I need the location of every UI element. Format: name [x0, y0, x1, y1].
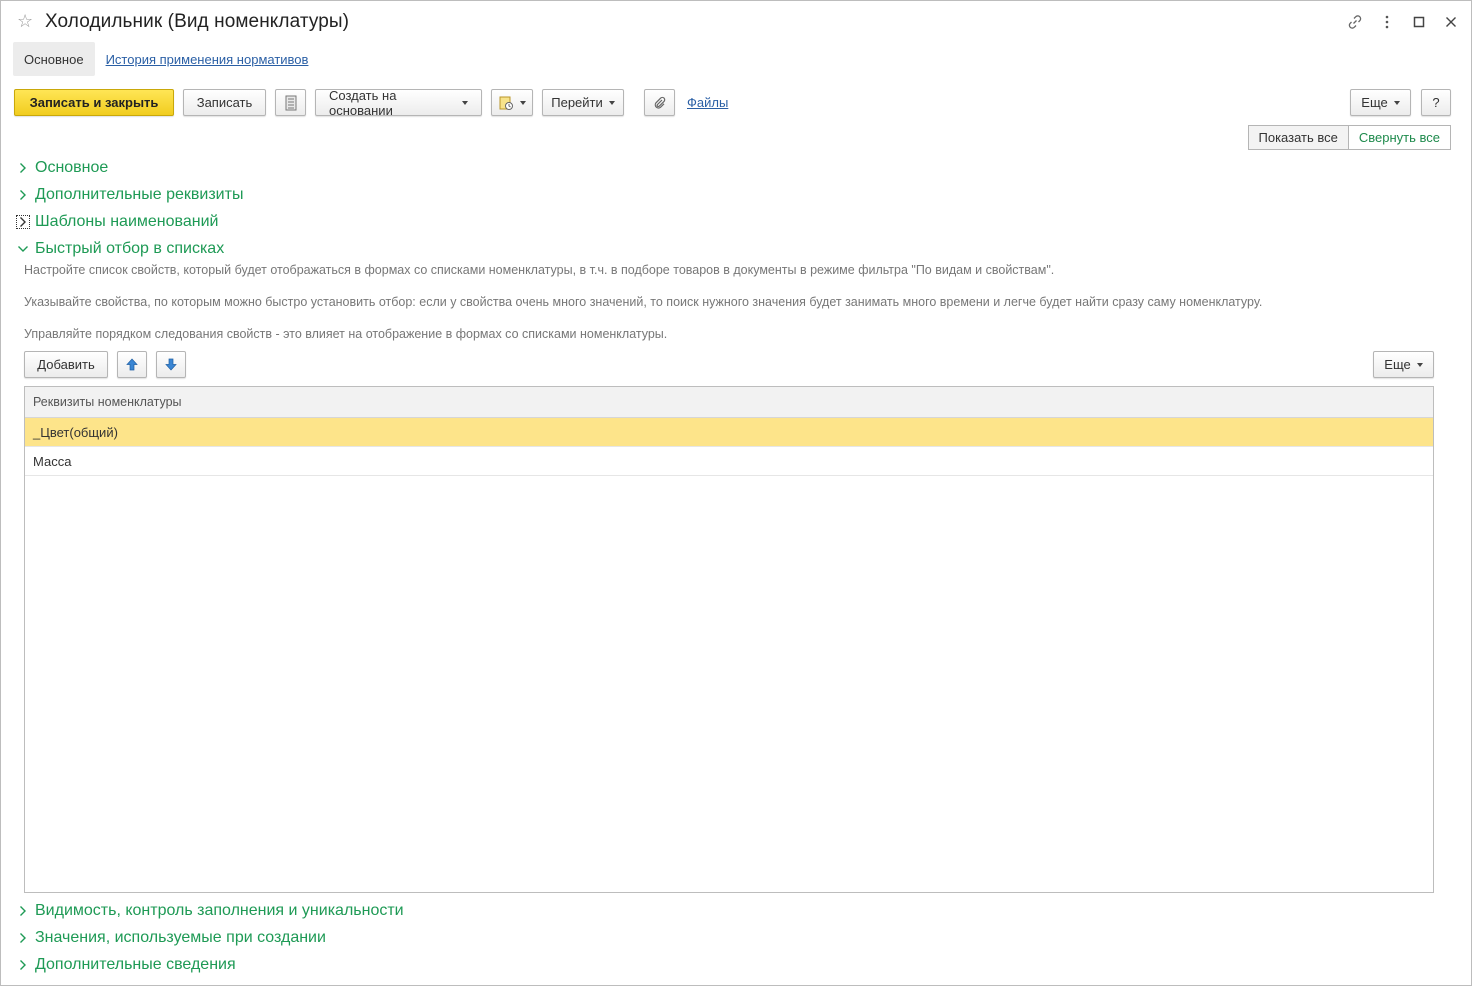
add-button[interactable]: Добавить: [24, 351, 108, 378]
window-controls: [1345, 11, 1461, 33]
link-icon[interactable]: [1345, 12, 1365, 32]
window-title: Холодильник (Вид номенклатуры): [45, 11, 350, 32]
chevron-right-icon: [16, 931, 30, 945]
chevron-down-icon: [16, 242, 30, 256]
chevron-right-icon: [16, 161, 30, 175]
more-label: Еще: [1384, 357, 1411, 372]
attach-button[interactable]: [644, 89, 675, 116]
paperclip-icon: [654, 96, 665, 109]
group-label: Дополнительные реквизиты: [35, 186, 244, 203]
move-down-button[interactable]: [156, 351, 186, 378]
chevron-down-icon: [1416, 362, 1423, 367]
print-doc-icon: [499, 96, 513, 110]
more-button[interactable]: Еще: [1350, 89, 1411, 116]
chevron-down-icon: [520, 100, 526, 105]
form-tabs: Основное История применения нормативов: [13, 42, 308, 76]
form-window: ☆ Холодильник (Вид номенклатуры) Основно…: [0, 0, 1472, 986]
save-button[interactable]: Записать: [183, 89, 266, 116]
chevron-down-icon: [608, 100, 615, 105]
quick-filter-desc-3: Управляйте порядком следования свойств -…: [24, 327, 668, 341]
arrow-up-icon: [126, 358, 138, 371]
group-name-templates[interactable]: Шаблоны наименований: [16, 211, 218, 233]
group-label: Шаблоны наименований: [35, 213, 219, 230]
quick-filter-desc-1: Настройте список свойств, который будет …: [24, 263, 1055, 277]
more-label: Еще: [1361, 95, 1388, 110]
help-button[interactable]: ?: [1421, 89, 1451, 116]
chevron-right-icon: [16, 215, 30, 229]
chevron-right-icon: [16, 904, 30, 918]
show-all-button[interactable]: Показать все: [1247, 125, 1349, 150]
expand-collapse-toggle: Показать все Свернуть все: [1247, 125, 1451, 150]
group-default-values[interactable]: Значения, используемые при создании: [16, 927, 326, 949]
table-row[interactable]: _Цвет(общий): [25, 418, 1433, 447]
group-main[interactable]: Основное: [16, 157, 108, 179]
attributes-table: Реквизиты номенклатуры _Цвет(общий) Масс…: [24, 386, 1434, 893]
quick-filter-desc-2: Указывайте свойства, по которым можно бы…: [24, 295, 1263, 309]
report-button[interactable]: [275, 89, 306, 116]
chevron-down-icon: [1393, 100, 1400, 105]
goto-label: Перейти: [551, 95, 603, 110]
goto-button[interactable]: Перейти: [542, 89, 624, 116]
create-based-on-button[interactable]: Создать на основании: [315, 87, 482, 118]
move-up-button[interactable]: [117, 351, 147, 378]
group-label: Значения, используемые при создании: [35, 929, 326, 946]
chevron-right-icon: [16, 188, 30, 202]
group-quick-filter[interactable]: Быстрый отбор в списках: [16, 238, 224, 260]
group-visibility-control[interactable]: Видимость, контроль заполнения и уникаль…: [16, 900, 404, 922]
group-additional-info[interactable]: Дополнительные сведения: [16, 954, 236, 976]
close-icon[interactable]: [1441, 12, 1461, 32]
table-header[interactable]: Реквизиты номенклатуры: [25, 387, 1433, 418]
save-and-close-button[interactable]: Записать и закрыть: [14, 89, 174, 116]
star-icon[interactable]: ☆: [17, 11, 37, 31]
table-row[interactable]: Масса: [25, 447, 1433, 476]
group-additional-attributes[interactable]: Дополнительные реквизиты: [16, 184, 243, 206]
tab-norms-history[interactable]: История применения нормативов: [106, 52, 309, 67]
maximize-icon[interactable]: [1409, 12, 1429, 32]
collapse-all-button[interactable]: Свернуть все: [1348, 125, 1451, 150]
arrow-down-icon: [165, 358, 177, 371]
group-label: Дополнительные сведения: [35, 956, 236, 973]
files-link[interactable]: Файлы: [687, 95, 728, 110]
document-list-icon: [285, 95, 296, 110]
chevron-right-icon: [16, 958, 30, 972]
table-more-button[interactable]: Еще: [1373, 351, 1434, 378]
group-label: Быстрый отбор в списках: [35, 240, 225, 257]
chevron-down-icon: [462, 100, 468, 105]
toolbar-right: Еще ?: [1350, 89, 1451, 116]
tab-main[interactable]: Основное: [13, 42, 95, 76]
print-menu-button[interactable]: [491, 89, 533, 116]
more-vertical-icon[interactable]: [1377, 12, 1397, 32]
group-label: Видимость, контроль заполнения и уникаль…: [35, 902, 404, 919]
title-bar: ☆ Холодильник (Вид номенклатуры): [1, 1, 1471, 41]
command-bar: Записать и закрыть Записать Создать на о…: [14, 87, 728, 118]
create-based-on-label: Создать на основании: [329, 87, 397, 118]
group-label: Основное: [35, 159, 109, 176]
